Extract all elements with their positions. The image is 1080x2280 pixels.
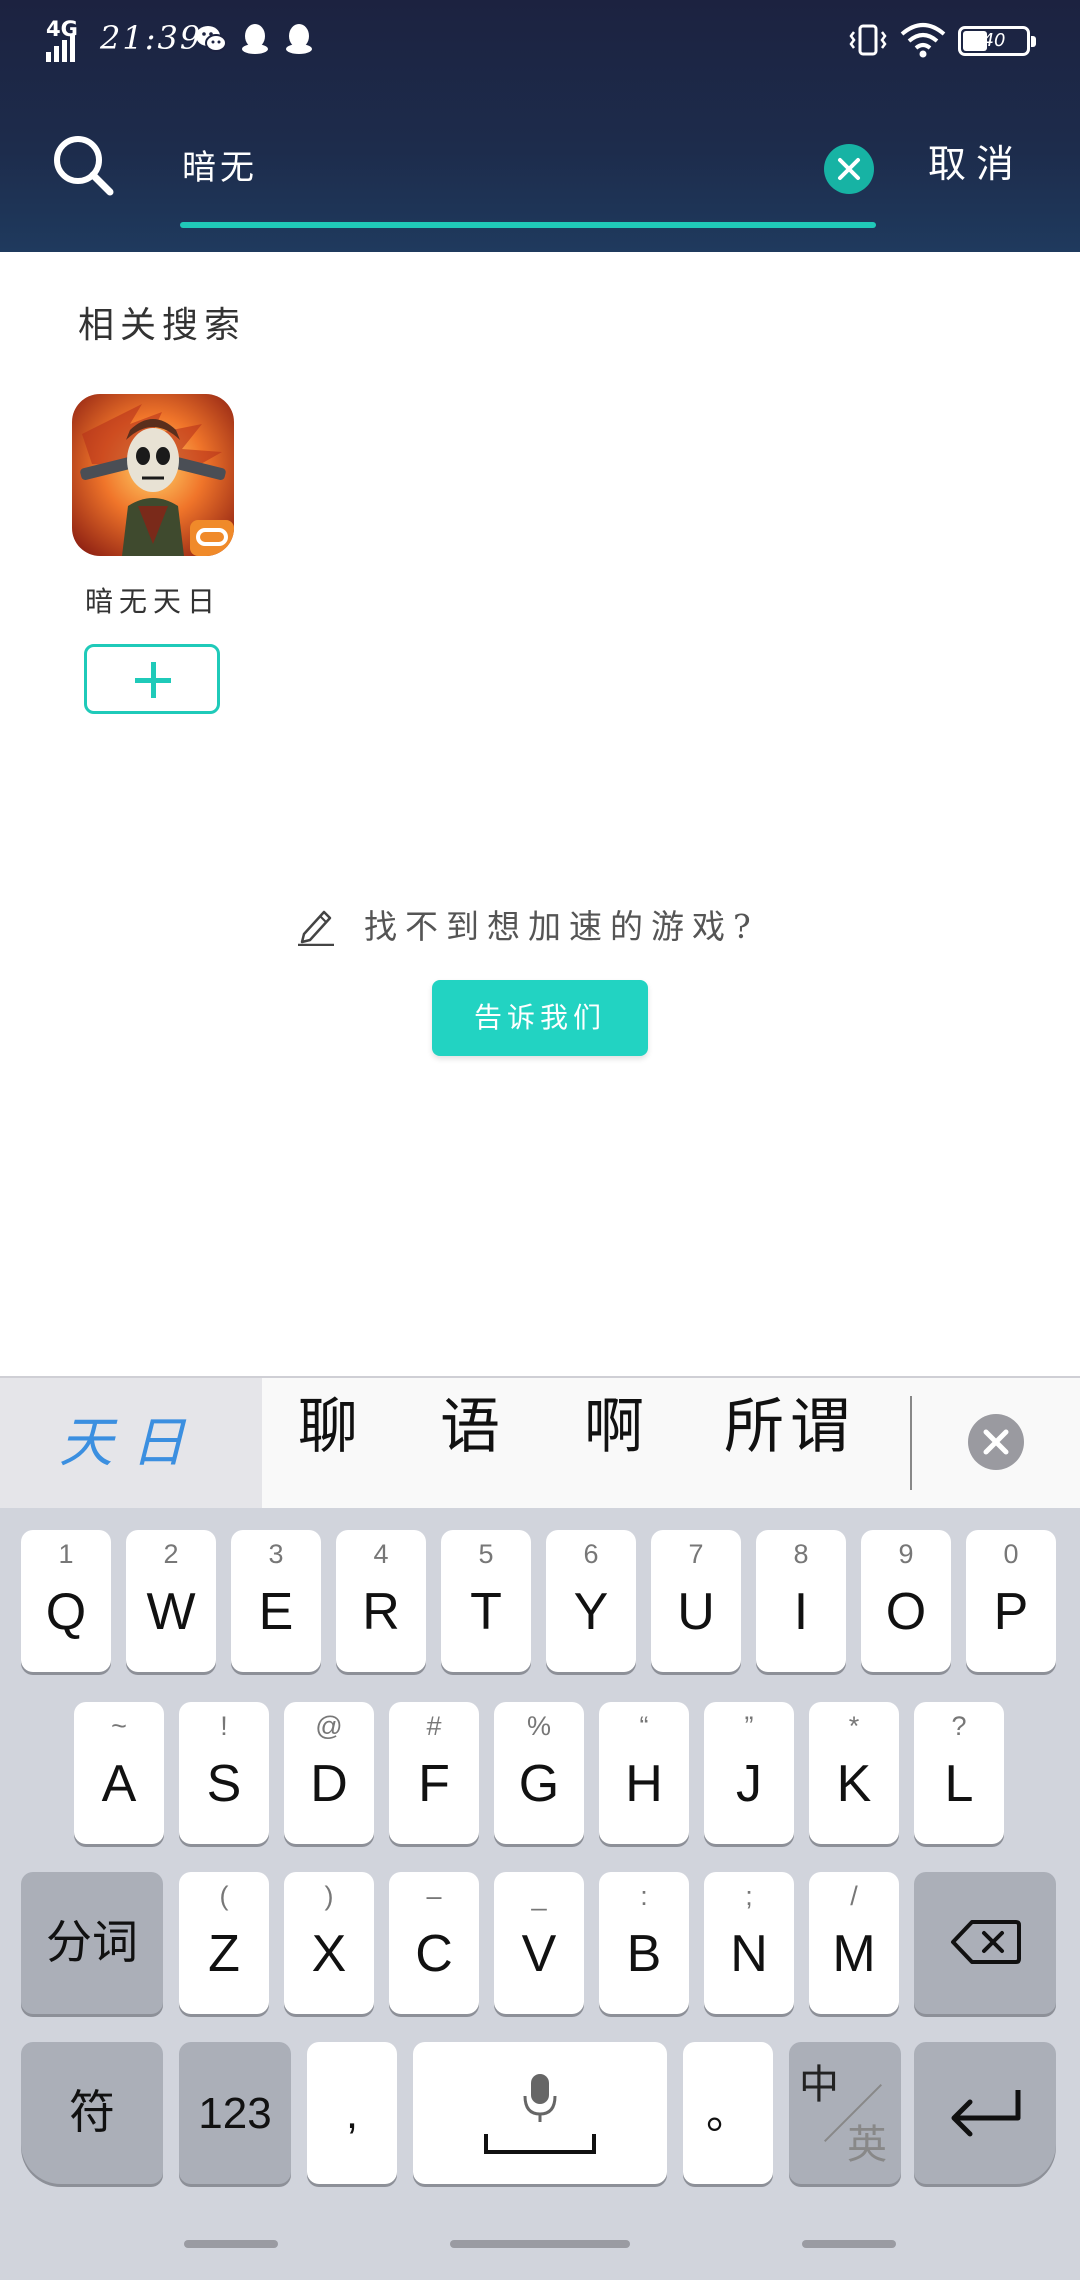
key-j[interactable]: ” J xyxy=(704,1702,794,1844)
key-q[interactable]: 1Q xyxy=(21,1530,111,1672)
ime-candidate-bar: 天日 聊 语 啊 所谓 xyxy=(0,1376,1080,1508)
search-header: 4G 21:39 40 暗无 取消 xyxy=(0,0,1080,252)
key-f[interactable]: # F xyxy=(389,1702,479,1844)
divider xyxy=(910,1396,912,1490)
qq-icon xyxy=(242,24,268,54)
segment-key[interactable]: 分词 xyxy=(21,1872,163,2014)
ime-candidate[interactable]: 所谓 xyxy=(724,1378,856,1508)
key-x[interactable]: ) X xyxy=(284,1872,374,2014)
keyboard: 1Q 2W 3E 4R 5T 6Y 7U 8I 9O 0P ~ A ! S @ D #… xyxy=(0,1508,1080,2280)
close-icon xyxy=(838,158,860,180)
game-icon[interactable] xyxy=(72,394,234,556)
clear-search-button[interactable] xyxy=(824,144,874,194)
key-k[interactable]: * K xyxy=(809,1702,899,1844)
search-input[interactable] xyxy=(182,132,782,196)
key-z[interactable]: (Z xyxy=(179,1872,269,2014)
tell-us-button[interactable]: 告诉我们 xyxy=(432,980,648,1056)
symbol-key[interactable]: 符 xyxy=(21,2042,163,2184)
key-s[interactable]: ! S xyxy=(179,1702,269,1844)
ime-composing-text[interactable]: 天日 xyxy=(0,1378,262,1508)
close-icon xyxy=(983,1429,1009,1455)
ime-candidate[interactable]: 聊 xyxy=(298,1378,364,1508)
key-c[interactable]: – C xyxy=(389,1872,479,2014)
section-title: 相关搜索 xyxy=(78,305,247,346)
clock: 21:39 xyxy=(100,19,203,57)
key-m[interactable]: / M xyxy=(809,1872,899,2014)
backspace-key[interactable] xyxy=(914,1872,1056,2014)
ime-candidate[interactable]: 啊 xyxy=(584,1378,650,1508)
numeric-key[interactable]: 123 xyxy=(179,2042,291,2184)
comma-key[interactable]: , xyxy=(307,2042,397,2184)
vibrate-icon xyxy=(849,24,887,56)
wifi-icon xyxy=(900,23,946,58)
key-p[interactable]: 0P xyxy=(966,1530,1056,1672)
signal-icon: 4G xyxy=(46,18,82,62)
ime-close-button[interactable] xyxy=(968,1414,1024,1470)
enter-key[interactable] xyxy=(914,2042,1056,2184)
key-i[interactable]: 8I xyxy=(756,1530,846,1672)
key-b[interactable]: :B xyxy=(599,1872,689,2014)
key-w[interactable]: 2W xyxy=(126,1530,216,1672)
search-icon xyxy=(54,136,114,196)
key-d[interactable]: @ D xyxy=(284,1702,374,1844)
battery-level: 40 xyxy=(982,30,1006,51)
home-gesture-bar[interactable] xyxy=(450,2240,630,2248)
key-e[interactable]: 3E xyxy=(231,1530,321,1672)
gesture-bar[interactable] xyxy=(184,2240,278,2248)
key-t[interactable]: 5T xyxy=(441,1530,531,1672)
not-found-prompt: 找不到想加速的游戏? xyxy=(364,907,759,946)
ime-candidate[interactable]: 语 xyxy=(440,1378,506,1508)
key-l[interactable]: ? L xyxy=(914,1702,1004,1844)
search-underline xyxy=(180,222,876,228)
qq-icon xyxy=(286,24,312,54)
status-bar: 4G 21:39 40 xyxy=(0,0,1080,80)
gesture-bar[interactable] xyxy=(802,2240,896,2248)
key-g[interactable]: % G xyxy=(494,1702,584,1844)
key-v[interactable]: _ V xyxy=(494,1872,584,2014)
backspace-icon xyxy=(951,1920,1021,1964)
microphone-icon xyxy=(484,2074,596,2154)
game-name[interactable]: 暗无天日 xyxy=(60,580,246,620)
cancel-button[interactable]: 取消 xyxy=(928,134,1058,194)
key-n[interactable]: ; N xyxy=(704,1872,794,2014)
key-h[interactable]: “H xyxy=(599,1702,689,1844)
language-switch-key[interactable]: 中 英 xyxy=(789,2042,901,2184)
space-key[interactable] xyxy=(413,2042,667,2184)
key-y[interactable]: 6Y xyxy=(546,1530,636,1672)
enter-icon xyxy=(951,2090,1021,2137)
key-u[interactable]: 7U xyxy=(651,1530,741,1672)
key-r[interactable]: 4R xyxy=(336,1530,426,1672)
wechat-icon xyxy=(196,26,227,52)
period-key[interactable]: 。 xyxy=(683,2042,773,2184)
key-o[interactable]: 9O xyxy=(861,1530,951,1672)
key-a[interactable]: ~ A xyxy=(74,1702,164,1844)
pencil-icon xyxy=(298,910,334,946)
add-game-button[interactable] xyxy=(84,644,220,714)
battery-icon: 40 xyxy=(958,26,1036,56)
